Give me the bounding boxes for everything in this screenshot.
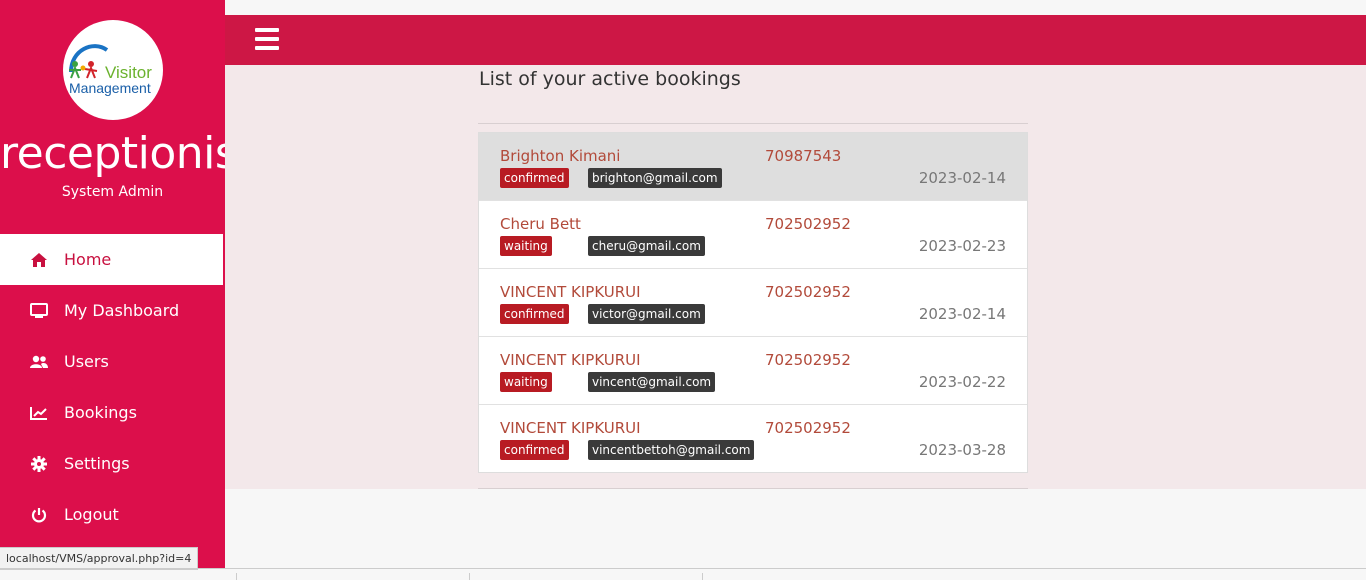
status-badge: waiting: [500, 372, 552, 392]
top-bar: [225, 15, 1366, 65]
sidebar-item-label: My Dashboard: [64, 301, 180, 320]
status-badge: confirmed: [500, 168, 569, 188]
sidebar-item-label: Users: [64, 352, 109, 371]
booking-row[interactable]: Brighton Kimani 70987543 confirmed brigh…: [479, 133, 1027, 201]
booking-row[interactable]: VINCENT KIPKURUI 702502952 waiting vince…: [479, 337, 1027, 405]
email-badge: vincent@gmail.com: [588, 372, 716, 392]
hamburger-icon[interactable]: [255, 28, 279, 52]
booking-row[interactable]: VINCENT KIPKURUI 702502952 confirmed vin…: [479, 405, 1027, 472]
divider: [469, 573, 470, 580]
booking-date: 2023-03-28: [918, 441, 1006, 459]
divider: [702, 573, 703, 580]
home-icon: [29, 252, 49, 268]
booking-name: Cheru Bett: [500, 215, 581, 233]
sidebar-item-logout[interactable]: Logout: [0, 489, 225, 540]
monitor-icon: [29, 302, 49, 319]
booking-phone: 702502952: [765, 283, 851, 301]
status-badge: confirmed: [500, 440, 569, 460]
email-badge: brighton@gmail.com: [588, 168, 722, 188]
booking-date: 2023-02-22: [918, 373, 1006, 391]
booking-date: 2023-02-23: [918, 237, 1006, 255]
bookings-list: Brighton Kimani 70987543 confirmed brigh…: [478, 132, 1028, 473]
booking-date: 2023-02-14: [918, 169, 1006, 187]
booking-row[interactable]: Cheru Bett 702502952 waiting cheru@gmail…: [479, 201, 1027, 269]
booking-phone: 702502952: [765, 419, 851, 437]
email-badge: vincentbettoh@gmail.com: [588, 440, 755, 460]
main-content: List of your active bookings Brighton Ki…: [225, 65, 1366, 489]
sidebar-item-label: Home: [64, 250, 112, 269]
booking-name: VINCENT KIPKURUI: [500, 283, 641, 301]
booking-name: VINCENT KIPKURUI: [500, 419, 641, 437]
sidebar-item-users[interactable]: Users: [0, 336, 225, 387]
browser-status-url: localhost/VMS/approval.php?id=4: [0, 547, 199, 570]
sidebar-item-settings[interactable]: Settings: [0, 438, 225, 489]
status-badge: confirmed: [500, 304, 569, 324]
chart-icon: [29, 406, 49, 420]
email-badge: victor@gmail.com: [588, 304, 705, 324]
divider: [0, 568, 1366, 569]
booking-name: VINCENT KIPKURUI: [500, 351, 641, 369]
booking-phone: 702502952: [765, 215, 851, 233]
booking-date: 2023-02-14: [918, 305, 1006, 323]
user-subrole: System Admin: [61, 184, 164, 200]
booking-phone: 70987543: [765, 147, 842, 165]
sidebar-item-bookings[interactable]: Bookings: [0, 387, 225, 438]
visitor-management-logo[interactable]: Visitor Management: [63, 20, 163, 120]
booking-name: Brighton Kimani: [500, 147, 621, 165]
divider: [478, 488, 1028, 489]
gear-icon: [29, 455, 49, 472]
power-icon: [29, 507, 49, 523]
email-badge: cheru@gmail.com: [588, 236, 705, 256]
page-title: List of your active bookings: [479, 68, 741, 90]
sidebar-nav: Home My Dashboard Users Bookings Setting…: [0, 234, 225, 540]
divider: [478, 123, 1028, 124]
sidebar-item-home[interactable]: Home: [0, 234, 223, 285]
booking-row[interactable]: VINCENT KIPKURUI 702502952 confirmed vic…: [479, 269, 1027, 337]
divider: [236, 573, 237, 580]
sidebar-item-label: Logout: [64, 505, 119, 524]
sidebar-item-my-dashboard[interactable]: My Dashboard: [0, 285, 225, 336]
sidebar: Visitor Management receptionist System A…: [0, 0, 255, 568]
user-role: receptionist: [0, 128, 255, 179]
status-badge: waiting: [500, 236, 552, 256]
users-icon: [29, 355, 49, 369]
sidebar-item-label: Bookings: [64, 403, 137, 422]
sidebar-item-label: Settings: [64, 454, 130, 473]
booking-phone: 702502952: [765, 351, 851, 369]
logo-line2: Management: [69, 80, 151, 96]
